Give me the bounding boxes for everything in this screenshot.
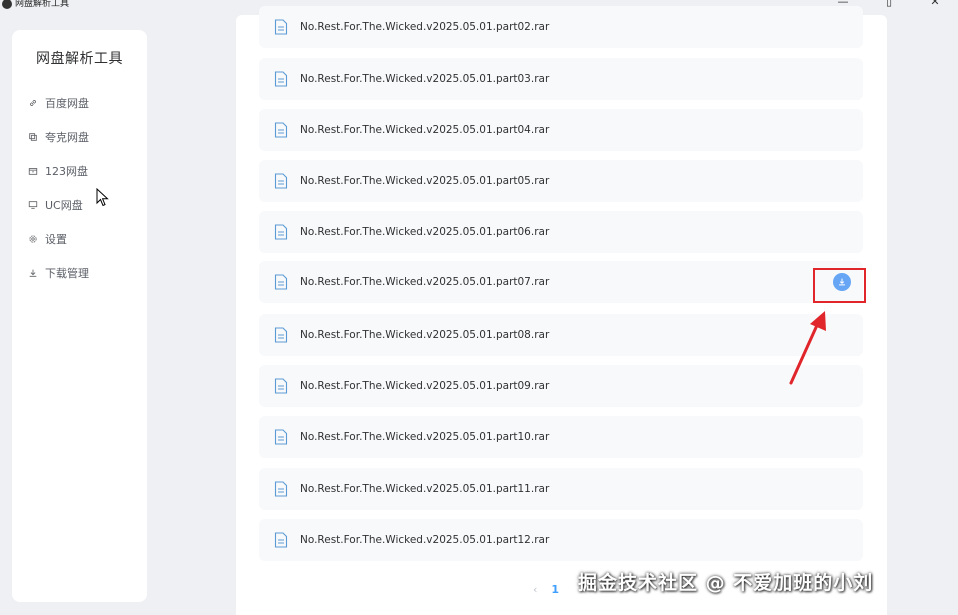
sidebar-item-quark[interactable]: 夸克网盘 bbox=[12, 120, 147, 154]
file-row[interactable]: No.Rest.For.The.Wicked.v2025.05.01.part0… bbox=[259, 261, 863, 303]
file-name: No.Rest.For.The.Wicked.v2025.05.01.part0… bbox=[300, 380, 550, 392]
sidebar-item-uc[interactable]: UC网盘 bbox=[12, 188, 147, 222]
document-icon bbox=[274, 71, 288, 87]
file-row[interactable]: No.Rest.For.The.Wicked.v2025.05.01.part1… bbox=[259, 519, 863, 561]
file-name: No.Rest.For.The.Wicked.v2025.05.01.part0… bbox=[300, 226, 550, 238]
file-row[interactable]: No.Rest.For.The.Wicked.v2025.05.01.part0… bbox=[259, 211, 863, 253]
file-row[interactable]: No.Rest.For.The.Wicked.v2025.05.01.part1… bbox=[259, 468, 863, 510]
cube-icon bbox=[27, 131, 39, 143]
sidebar-item-123[interactable]: 123网盘 bbox=[12, 154, 147, 188]
prev-page-button[interactable]: ‹ bbox=[533, 583, 537, 596]
mouse-cursor-icon bbox=[96, 188, 109, 207]
document-icon bbox=[274, 378, 288, 394]
sidebar-menu: 百度网盘 夸克网盘 123网盘 UC网盘 设置 下载管理 bbox=[12, 86, 147, 290]
sidebar-item-label: 夸克网盘 bbox=[45, 131, 89, 144]
gear-icon bbox=[27, 233, 39, 245]
file-name: No.Rest.For.The.Wicked.v2025.05.01.part1… bbox=[300, 431, 550, 443]
sidebar-item-label: 百度网盘 bbox=[45, 97, 89, 110]
sidebar-title: 网盘解析工具 bbox=[36, 51, 123, 67]
file-name: No.Rest.For.The.Wicked.v2025.05.01.part0… bbox=[300, 276, 550, 288]
file-row[interactable]: No.Rest.For.The.Wicked.v2025.05.01.part0… bbox=[259, 314, 863, 356]
sidebar-item-label: 设置 bbox=[45, 233, 67, 246]
file-row[interactable]: No.Rest.For.The.Wicked.v2025.05.01.part0… bbox=[259, 6, 863, 48]
document-icon bbox=[274, 274, 288, 290]
maximize-button[interactable]: ▯ bbox=[866, 0, 912, 8]
document-icon bbox=[274, 532, 288, 548]
sidebar-item-downloads[interactable]: 下载管理 bbox=[12, 256, 147, 290]
document-icon bbox=[274, 19, 288, 35]
file-name: No.Rest.For.The.Wicked.v2025.05.01.part0… bbox=[300, 73, 550, 85]
sidebar-item-baidu[interactable]: 百度网盘 bbox=[12, 86, 147, 120]
sidebar: 网盘解析工具 百度网盘 夸克网盘 123网盘 UC网盘 设置 下载管理 bbox=[12, 30, 147, 602]
file-row[interactable]: No.Rest.For.The.Wicked.v2025.05.01.part0… bbox=[259, 109, 863, 151]
window-title: 网盘解析工具 bbox=[15, 0, 70, 9]
file-row[interactable]: No.Rest.For.The.Wicked.v2025.05.01.part0… bbox=[259, 365, 863, 407]
file-name: No.Rest.For.The.Wicked.v2025.05.01.part0… bbox=[300, 329, 550, 341]
sidebar-item-label: UC网盘 bbox=[45, 199, 83, 212]
box-icon bbox=[27, 165, 39, 177]
window-title-area: 网盘解析工具 bbox=[0, 0, 69, 9]
monitor-icon bbox=[27, 199, 39, 211]
file-row[interactable]: No.Rest.For.The.Wicked.v2025.05.01.part1… bbox=[259, 416, 863, 458]
file-name: No.Rest.For.The.Wicked.v2025.05.01.part1… bbox=[300, 483, 550, 495]
document-icon bbox=[274, 327, 288, 343]
download-button[interactable] bbox=[833, 273, 851, 291]
file-row[interactable]: No.Rest.For.The.Wicked.v2025.05.01.part0… bbox=[259, 58, 863, 100]
download-icon bbox=[839, 278, 845, 286]
file-name: No.Rest.For.The.Wicked.v2025.05.01.part0… bbox=[300, 124, 550, 136]
download-icon bbox=[27, 267, 39, 279]
sidebar-item-settings[interactable]: 设置 bbox=[12, 222, 147, 256]
document-icon bbox=[274, 122, 288, 138]
pagination: ‹ 1 bbox=[533, 583, 559, 596]
document-icon bbox=[274, 224, 288, 240]
link-icon bbox=[27, 97, 39, 109]
close-button[interactable]: ✕ bbox=[912, 0, 958, 8]
document-icon bbox=[274, 173, 288, 189]
app-icon bbox=[2, 0, 12, 9]
watermark: 掘金技术社区 @ 不爱加班的小刘 bbox=[578, 572, 874, 594]
annotation-arrow-icon bbox=[789, 311, 826, 385]
sidebar-item-label: 123网盘 bbox=[45, 165, 88, 178]
document-icon bbox=[274, 429, 288, 445]
file-row[interactable]: No.Rest.For.The.Wicked.v2025.05.01.part0… bbox=[259, 160, 863, 202]
file-name: No.Rest.For.The.Wicked.v2025.05.01.part0… bbox=[300, 175, 550, 187]
sidebar-item-label: 下载管理 bbox=[45, 267, 89, 280]
document-icon bbox=[274, 481, 288, 497]
page-number-current[interactable]: 1 bbox=[551, 583, 559, 596]
file-name: No.Rest.For.The.Wicked.v2025.05.01.part0… bbox=[300, 21, 550, 33]
file-name: No.Rest.For.The.Wicked.v2025.05.01.part1… bbox=[300, 534, 550, 546]
